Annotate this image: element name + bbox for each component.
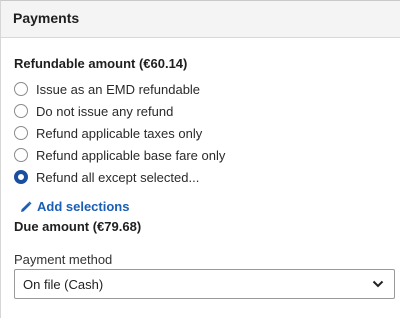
option-label: Do not issue any refund [36,103,174,119]
option-label: Refund all except selected... [36,169,200,185]
payment-method-value: On file (Cash) [23,276,104,292]
refund-options-group: Issue as an EMD refundable Do not issue … [14,78,225,188]
option-label: Refund applicable taxes only [36,125,203,141]
refund-option-base-fare-only[interactable]: Refund applicable base fare only [14,144,225,166]
radio-button[interactable] [14,126,28,140]
payments-panel: Payments Refundable amount (€60.14) Issu… [0,0,400,318]
refundable-amount-heading: Refundable amount (€60.14) [14,56,188,71]
due-amount-heading: Due amount (€79.68) [14,219,142,234]
refund-option-emd[interactable]: Issue as an EMD refundable [14,78,225,100]
radio-button[interactable] [14,82,28,96]
chevron-down-icon [372,280,384,288]
add-selections-link[interactable]: Add selections [20,199,129,214]
panel-header: Payments [1,1,400,38]
option-label: Refund applicable base fare only [36,147,226,163]
option-label: Issue as an EMD refundable [36,81,201,97]
refund-option-taxes-only[interactable]: Refund applicable taxes only [14,122,225,144]
radio-button-selected[interactable] [14,170,28,184]
pencil-icon [21,201,32,212]
add-selections-label: Add selections [37,199,130,214]
payment-method-label: Payment method [14,252,113,267]
payment-method-select[interactable]: On file (Cash) [14,269,395,299]
refund-option-no-refund[interactable]: Do not issue any refund [14,100,225,122]
radio-button[interactable] [14,148,28,162]
refund-option-all-except-selected[interactable]: Refund all except selected... [14,166,225,188]
panel-title: Payments [13,10,80,26]
radio-button[interactable] [14,104,28,118]
